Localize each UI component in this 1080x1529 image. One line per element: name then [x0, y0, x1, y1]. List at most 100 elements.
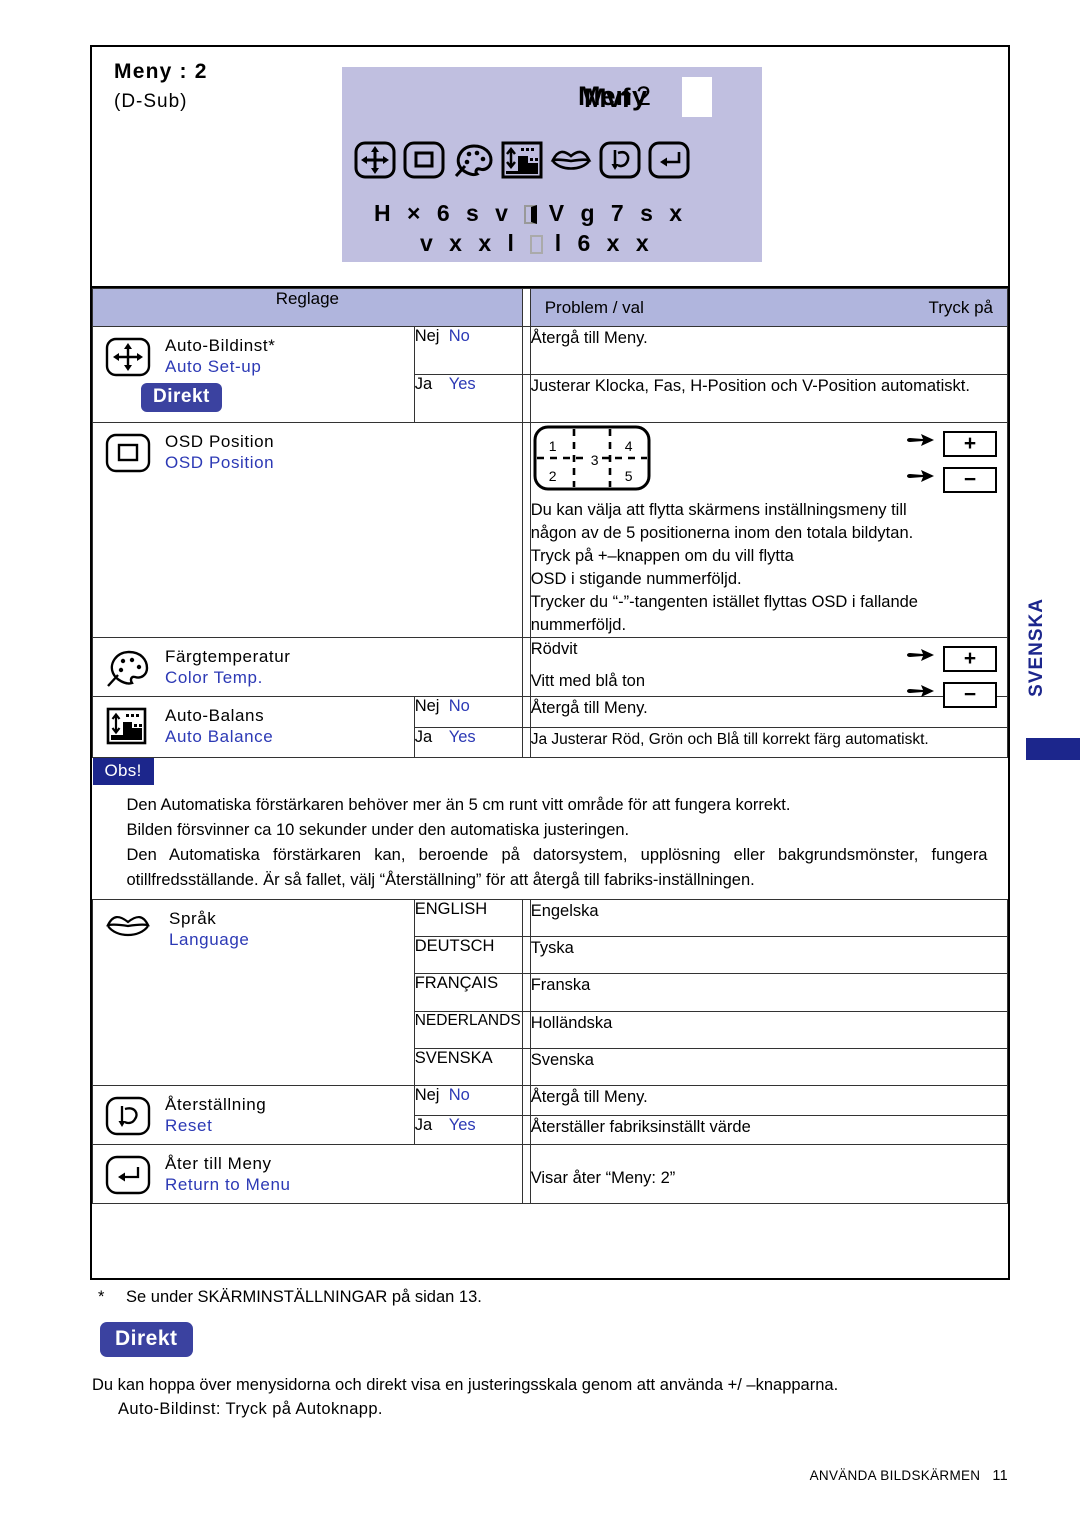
osd-preview-panel: Meny Mvf 2 H × 6 s v V g 7 s x v x x l l…	[342, 67, 762, 262]
control-label-sv: Färgtemperatur	[165, 647, 291, 666]
description-cell-osd-position: 1 4 3 2 5 + − Du kan välja att flytta sk…	[529, 422, 1009, 638]
table-row-osd-position: OSD Position OSD Position 1 4 3 2 5 + − …	[92, 422, 1009, 638]
column-gap	[521, 726, 531, 758]
osd-icon-row	[354, 141, 690, 179]
plus-key[interactable]: +	[943, 645, 997, 672]
column-gap	[521, 696, 531, 728]
option-label-sv: Nej	[414, 1086, 440, 1104]
language-icon	[105, 908, 151, 948]
control-label-en: Auto Balance	[165, 727, 274, 746]
note-body: Den Automatiska förstärkaren behöver mer…	[93, 785, 1008, 899]
table-header-row: Reglage Problem / val Tryck på	[92, 288, 1009, 327]
osd-position-description: Du kan välja att flytta skärmens inställ…	[531, 499, 1007, 637]
control-cell-reset: Återställning Reset	[92, 1085, 415, 1145]
column-gap	[521, 1085, 531, 1116]
note-line: Den Automatiska förstärkaren kan, beroen…	[126, 846, 988, 889]
control-label-sv: Auto-Balans	[165, 706, 265, 725]
osd-garbled-line-2: v x x l l 6 x x	[420, 230, 654, 256]
description-cell-color-temp: Rödvit Vitt med blå ton + −	[529, 637, 1009, 708]
description-cell: Återgå till Meny.	[529, 1085, 1009, 1116]
reset-icon	[599, 141, 641, 179]
side-tab: SVENSKA	[1026, 598, 1080, 760]
option-label-sv: Nej	[414, 697, 440, 715]
language-option-cell[interactable]: SVENSKA	[413, 1047, 523, 1087]
option-label-en: Yes	[448, 1115, 476, 1134]
side-tab-bar	[1026, 738, 1080, 760]
pointing-hand-icon	[905, 465, 935, 494]
minus-key-row: −	[905, 680, 997, 709]
option-cell: Ja Yes	[413, 374, 523, 423]
option-cell: Ja Yes	[413, 726, 523, 758]
column-gap	[521, 288, 531, 327]
language-option-cell[interactable]: DEUTSCH	[413, 936, 523, 975]
option-label-en: No	[448, 327, 470, 345]
description-cell: Visar åter “Meny: 2”	[529, 1144, 1009, 1204]
control-label-en: OSD Position	[165, 453, 275, 472]
osd-position-icon	[403, 141, 445, 179]
note-row: Obs! Den Automatiska förstärkaren behöve…	[92, 757, 1008, 900]
control-label-sv: OSD Position	[165, 432, 275, 451]
menu-title: Meny : 2	[114, 60, 208, 83]
option-label-sv: Nej	[414, 327, 440, 345]
glyph-light-box-icon	[530, 235, 544, 254]
option-label-en: No	[448, 1086, 470, 1104]
color-temp-icon	[452, 141, 494, 179]
description-cell: Holländska	[529, 1010, 1009, 1049]
document-page: Meny : 2 (D-Sub) Meny Mvf 2 H × 6 s v V …	[0, 0, 1080, 1529]
osd-position-icon	[105, 433, 151, 473]
auto-setup-icon	[105, 337, 151, 377]
direkt-badge: Direkt	[141, 383, 222, 412]
color-temp-icon	[105, 648, 151, 688]
column-gap	[521, 1047, 531, 1087]
language-option-cell[interactable]: NEDERLANDS	[413, 1010, 523, 1049]
language-option-cell[interactable]: FRANÇAIS	[413, 973, 523, 1012]
title-block: Meny : 2 (D-Sub) Meny Mvf 2 H × 6 s v V …	[92, 47, 1008, 288]
control-label-sv: Språk	[169, 909, 217, 928]
column-gap	[521, 1114, 531, 1145]
plus-key-row: +	[905, 429, 997, 458]
option-cell: Nej No	[413, 696, 523, 728]
pointing-hand-icon	[905, 680, 935, 709]
plus-key-row: +	[905, 644, 997, 673]
direkt-paragraph: Du kan hoppa över menysidorna och direkt…	[92, 1376, 839, 1394]
table-row-reset-no: Återställning Reset Nej No Återgå till Me…	[92, 1085, 1009, 1145]
description-cell: Svenska	[529, 1047, 1009, 1087]
column-gap	[521, 973, 531, 1012]
minus-key[interactable]: −	[943, 681, 997, 708]
control-label-en: Color Temp.	[165, 668, 263, 687]
note-cell: Obs! Den Automatiska förstärkaren behöve…	[92, 757, 1008, 900]
option-label-sv: Ja	[414, 375, 433, 393]
control-label-en: Language	[169, 930, 250, 949]
reset-icon	[105, 1096, 151, 1136]
control-label-sv: Auto-Bildinst*	[165, 336, 276, 355]
plus-key[interactable]: +	[943, 430, 997, 457]
auto-balance-icon	[105, 707, 151, 747]
osd-pos-2: 2	[548, 468, 557, 484]
description-cell: Ja Justerar Röd, Grön och Blå till korre…	[529, 726, 1009, 758]
glyph-half-box-icon	[524, 205, 538, 224]
plus-minus-keys: + −	[905, 429, 997, 501]
column-gap	[521, 898, 531, 938]
option-label-en: Yes	[448, 375, 476, 393]
content-frame: Meny : 2 (D-Sub) Meny Mvf 2 H × 6 s v V …	[90, 45, 1010, 1280]
control-label-en: Return to Menu	[165, 1175, 291, 1194]
desc-line: någon av de 5 positionerna inom den tota…	[530, 524, 914, 542]
table-row-return-to-menu: Åter till Meny Return to Menu Visar åter…	[92, 1144, 1009, 1204]
option-label-en: Yes	[448, 727, 476, 746]
option-label-sv: Ja	[414, 1115, 433, 1134]
osd-garbled-line-1: H × 6 s v V g 7 s x	[374, 200, 688, 226]
column-header-control: Reglage	[92, 288, 523, 327]
osd-pos-5: 5	[624, 468, 633, 484]
direkt-badge-bottom: Direkt	[100, 1322, 193, 1357]
side-tab-label: SVENSKA	[1026, 598, 1047, 697]
language-option-cell[interactable]: ENGLISH	[413, 898, 523, 938]
minus-key[interactable]: −	[943, 466, 997, 493]
table-row-color-temp: Färgtemperatur Color Temp. Rödvit Vitt m…	[92, 637, 1009, 708]
option-label-sv: Ja	[414, 727, 433, 746]
note-line: Den Automatiska förstärkaren behöver mer…	[126, 796, 791, 814]
description-cell: Justerar Klocka, Fas, H-Position och V-P…	[529, 374, 1009, 423]
footnote-text: Se under SKÄRMINSTÄLLNINGAR på sidan 13.	[126, 1288, 482, 1306]
control-label-sv: Återställning	[165, 1095, 267, 1114]
column-gap	[521, 374, 531, 423]
table-row-language-english: Språk Language ENGLISH Engelska	[92, 898, 1009, 1086]
